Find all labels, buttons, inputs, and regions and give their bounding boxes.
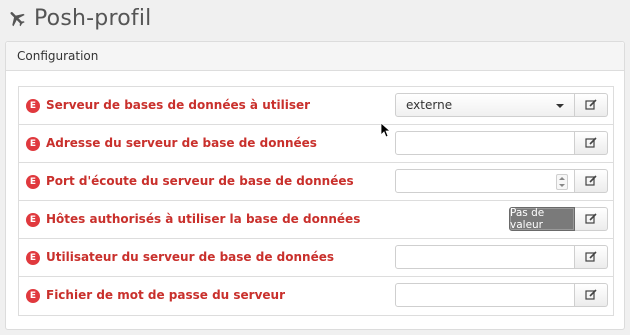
field-label: Serveur de bases de données à utiliser bbox=[46, 98, 311, 112]
airplane-icon bbox=[6, 7, 28, 29]
edit-icon bbox=[585, 172, 597, 191]
edit-button[interactable] bbox=[575, 207, 608, 231]
expert-badge: E bbox=[26, 99, 40, 113]
db-address-input[interactable] bbox=[395, 131, 575, 155]
field-label: Fichier de mot de passe du serveur bbox=[46, 288, 286, 302]
caret-down-icon bbox=[556, 104, 564, 108]
field-row-db-server: E Serveur de bases de données à utiliser… bbox=[19, 87, 613, 125]
field-row-db-password-file: E Fichier de mot de passe du serveur bbox=[19, 277, 613, 315]
select-value: externe bbox=[406, 98, 453, 112]
db-port-input[interactable] bbox=[395, 169, 575, 193]
expert-badge: E bbox=[26, 137, 40, 151]
edit-icon bbox=[585, 96, 597, 115]
db-user-input[interactable] bbox=[395, 245, 575, 269]
edit-icon bbox=[585, 134, 597, 153]
mouse-cursor-icon bbox=[380, 122, 392, 142]
expert-badge: E bbox=[26, 213, 40, 227]
panel-heading: Configuration bbox=[6, 42, 624, 71]
edit-button[interactable] bbox=[575, 93, 608, 117]
field-label: Utilisateur du serveur de base de donnée… bbox=[46, 250, 334, 264]
number-spinner[interactable] bbox=[556, 174, 568, 190]
expert-badge: E bbox=[26, 175, 40, 189]
edit-button[interactable] bbox=[575, 169, 608, 193]
configuration-form: E Serveur de bases de données à utiliser… bbox=[18, 86, 614, 316]
edit-button[interactable] bbox=[575, 131, 608, 155]
configuration-panel: Configuration E Serveur de bases de donn… bbox=[5, 41, 625, 330]
field-row-db-address: E Adresse du serveur de base de données bbox=[19, 125, 613, 163]
expert-badge: E bbox=[26, 289, 40, 303]
db-password-file-input[interactable] bbox=[395, 283, 575, 307]
field-row-db-port: E Port d'écoute du serveur de base de do… bbox=[19, 163, 613, 201]
edit-icon bbox=[585, 210, 597, 229]
field-label: Hôtes authorisés à utiliser la base de d… bbox=[46, 212, 361, 226]
expert-badge: E bbox=[26, 251, 40, 265]
edit-icon bbox=[585, 248, 597, 267]
edit-button[interactable] bbox=[575, 245, 608, 269]
edit-button[interactable] bbox=[575, 283, 608, 307]
page-title: Posh-profil bbox=[34, 5, 152, 31]
db-server-select[interactable]: externe bbox=[395, 93, 575, 117]
no-value-button[interactable]: Pas de valeur bbox=[509, 207, 575, 231]
field-row-db-hosts: E Hôtes authorisés à utiliser la base de… bbox=[19, 201, 613, 239]
edit-icon bbox=[585, 286, 597, 305]
field-label: Adresse du serveur de base de données bbox=[46, 136, 317, 150]
field-label: Port d'écoute du serveur de base de donn… bbox=[46, 174, 354, 188]
field-row-db-user: E Utilisateur du serveur de base de donn… bbox=[19, 239, 613, 277]
page-header: Posh-profil bbox=[0, 0, 630, 36]
